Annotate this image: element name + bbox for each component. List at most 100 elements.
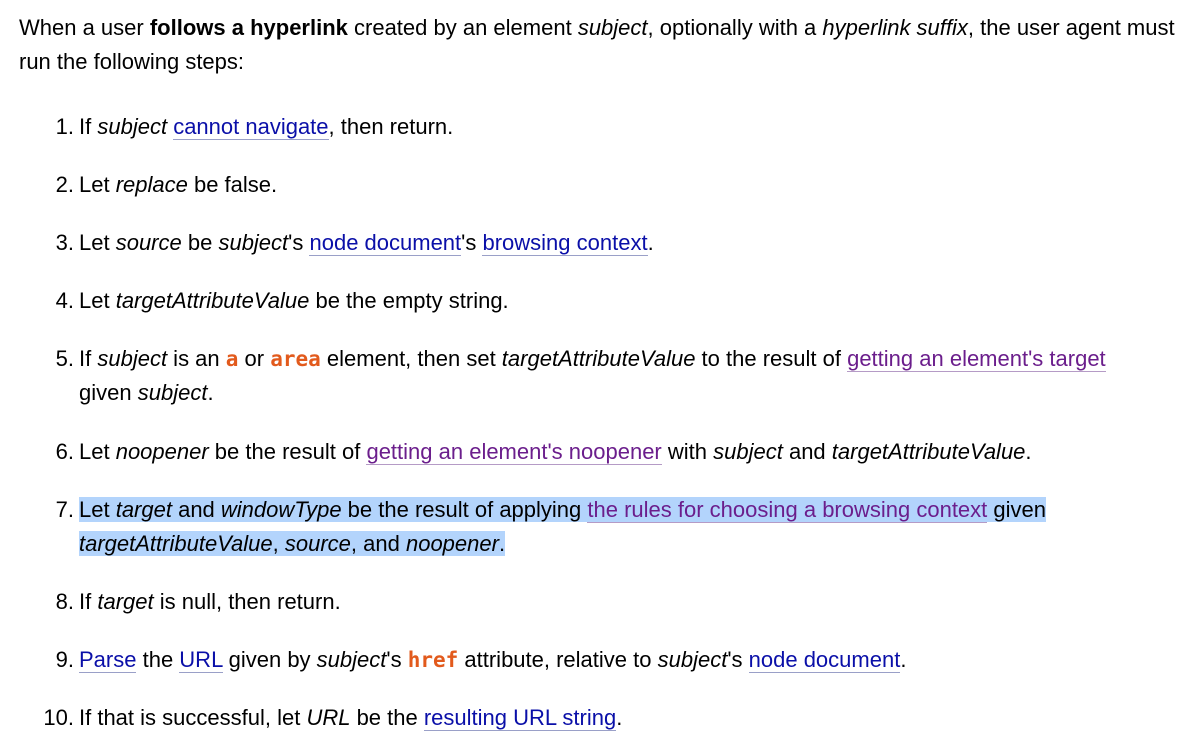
text: 's [386, 647, 408, 672]
var-subject: subject [218, 230, 289, 255]
link-resulting-url-string[interactable]: resulting URL string [423, 705, 617, 731]
step-number: 6. [55, 439, 74, 464]
step-text: Let noopener be the result of getting an… [79, 435, 1159, 469]
text: is an [167, 346, 226, 371]
text: given by [222, 647, 317, 672]
step-number: 1. [55, 114, 74, 139]
text: given [79, 380, 138, 405]
step-number: 3. [55, 230, 74, 255]
code-area-element: area [270, 347, 321, 371]
var-subject: subject [137, 380, 208, 405]
text: Let [79, 288, 116, 313]
var-subject: subject [316, 647, 387, 672]
text: be the empty string. [309, 288, 509, 313]
text: with [661, 439, 714, 464]
text: be the result of [208, 439, 367, 464]
text: . [498, 531, 506, 556]
text: Let [79, 497, 116, 522]
code-a-element: a [225, 347, 239, 371]
text: Let [79, 439, 116, 464]
var-target-attribute-value: targetAttributeValue [79, 531, 273, 556]
text: If [79, 346, 98, 371]
var-subject: subject [97, 114, 168, 139]
var-source: source [284, 531, 351, 556]
text: to the result of [695, 346, 848, 371]
link-url[interactable]: URL [179, 647, 223, 673]
text: be false. [187, 172, 278, 197]
step-number: 8. [55, 589, 74, 614]
link-getting-element-noopener[interactable]: getting an element's noopener [366, 439, 662, 465]
text: . [616, 705, 623, 730]
text: If [79, 114, 98, 139]
link-rules-choosing-browsing-context[interactable]: the rules for choosing a browsing contex… [587, 497, 988, 523]
intro-text: , optionally with a [647, 15, 823, 40]
text: is null, then return. [153, 589, 341, 614]
step-number: 9. [55, 647, 74, 672]
var-url: URL [306, 705, 351, 730]
text: 's [727, 647, 749, 672]
text: or [238, 346, 271, 371]
text: 's [288, 230, 310, 255]
text: and [782, 439, 832, 464]
text: attribute, relative to [458, 647, 658, 672]
var-target-attribute-value: targetAttributeValue [831, 439, 1026, 464]
text: be the result of applying [341, 497, 588, 522]
link-getting-element-target[interactable]: getting an element's target [847, 346, 1106, 372]
text: , then return. [328, 114, 454, 139]
text: . [207, 380, 214, 405]
intro-paragraph: When a user follows a hyperlink created … [19, 11, 1179, 79]
var-target-attribute-value: targetAttributeValue [501, 346, 696, 371]
spec-page: When a user follows a hyperlink created … [0, 0, 1192, 751]
intro-var-subject: subject [577, 15, 648, 40]
text: Let [79, 172, 116, 197]
step-text: Let target and windowType be the result … [79, 493, 1159, 561]
step-number: 7. [55, 497, 74, 522]
link-node-document[interactable]: node document [748, 647, 901, 673]
step-number: 2. [55, 172, 74, 197]
var-subject: subject [657, 647, 728, 672]
text: , and [350, 531, 406, 556]
step-text: Let targetAttributeValue be the empty st… [79, 284, 1159, 318]
var-replace: replace [115, 172, 188, 197]
text: and [171, 497, 221, 522]
text: If that is successful, let [79, 705, 307, 730]
link-node-document[interactable]: node document [309, 230, 462, 256]
step-text: Parse the URL given by subject's href at… [79, 643, 1159, 677]
step-text: If subject is an a or area element, then… [79, 342, 1159, 410]
link-browsing-context[interactable]: browsing context [482, 230, 648, 256]
text: Let [79, 230, 116, 255]
var-window-type: windowType [220, 497, 342, 522]
intro-text: created by an element [347, 15, 578, 40]
text: given [987, 497, 1046, 522]
text: If [79, 589, 98, 614]
link-parse[interactable]: Parse [79, 647, 137, 673]
code-href-attribute: href [407, 648, 459, 672]
intro-var-hyperlink-suffix: hyperlink suffix [822, 15, 968, 40]
step-number: 10. [43, 705, 74, 730]
var-target-attribute-value: targetAttributeValue [115, 288, 310, 313]
text: . [1025, 439, 1032, 464]
var-noopener: noopener [405, 531, 499, 556]
step-text: If target is null, then return. [79, 585, 1159, 619]
intro-term-follows-hyperlink: follows a hyperlink [149, 15, 348, 40]
var-noopener: noopener [115, 439, 209, 464]
var-subject: subject [713, 439, 783, 464]
text: element, then set [320, 346, 502, 371]
selection-highlight: Let target and windowType be the result … [79, 497, 1046, 556]
step-text: Let replace be false. [79, 168, 1159, 202]
var-target: target [97, 589, 154, 614]
step-text: If subject cannot navigate, then return. [79, 110, 1159, 144]
var-source: source [115, 230, 182, 255]
text: , [272, 531, 285, 556]
step-number: 5. [55, 346, 74, 371]
step-text: If that is successful, let URL be the re… [79, 701, 1159, 735]
text: 's [461, 230, 483, 255]
text: the [136, 647, 180, 672]
text: be [181, 230, 219, 255]
text: . [647, 230, 654, 255]
text: be the [350, 705, 424, 730]
link-cannot-navigate[interactable]: cannot navigate [173, 114, 329, 140]
var-target: target [115, 497, 172, 522]
step-text: Let source be subject's node document's … [79, 226, 1159, 260]
step-number: 4. [55, 288, 74, 313]
